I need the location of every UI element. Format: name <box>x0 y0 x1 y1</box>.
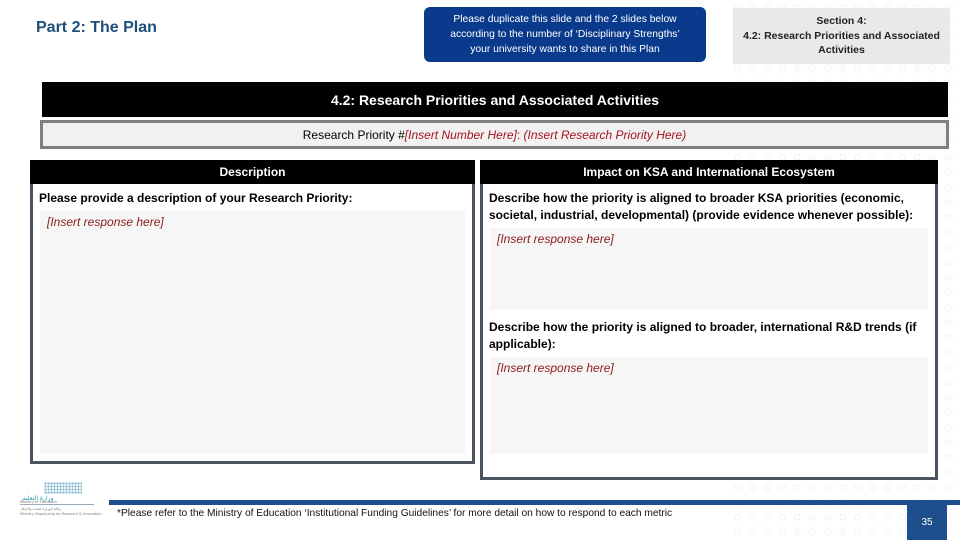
impact-header: Impact on KSA and International Ecosyste… <box>480 160 938 184</box>
section-label: Section 4: 4.2: Research Priorities and … <box>733 8 950 64</box>
ksa-priorities-prompt: Describe how the priority is aligned to … <box>489 191 914 222</box>
instruction-note: Please duplicate this slide and the 2 sl… <box>424 7 706 62</box>
description-prompt: Please provide a description of your Res… <box>39 191 353 205</box>
page-number: 35 <box>907 504 947 540</box>
international-trends-prompt: Describe how the priority is aligned to … <box>489 320 917 351</box>
logo-sub-english: Ministry Deputyship for Research & Innov… <box>20 512 102 516</box>
description-header: Description <box>30 160 475 184</box>
footnote: *Please refer to the Ministry of Educati… <box>117 508 673 519</box>
description-panel: Description Please provide a description… <box>30 160 475 464</box>
priority-number-placeholder[interactable]: [Insert Number Here] <box>405 128 517 142</box>
section-label-line: Section 4: <box>816 15 867 28</box>
section-label-line: 4.2: Research Priorities and Associated <box>743 29 940 42</box>
instruction-note-line: according to the number of ‘Disciplinary… <box>450 29 680 40</box>
footer-divider <box>109 500 960 505</box>
ministry-logo: وزارة التعليم Ministry of Education وكال… <box>18 482 102 528</box>
instruction-note-line: Please duplicate this slide and the 2 sl… <box>453 14 677 25</box>
logo-sub-arabic: وكالة الوزارة للبحث والابتكار <box>20 507 62 511</box>
ksa-priorities-response-field[interactable]: [Insert response here] <box>490 228 928 310</box>
priority-label: Research Priority # <box>302 127 405 142</box>
impact-panel: Impact on KSA and International Ecosyste… <box>480 160 938 480</box>
banner-title: 4.2: Research Priorities and Associated … <box>330 91 660 108</box>
priority-separator: : <box>516 127 524 142</box>
section-banner: 4.2: Research Priorities and Associated … <box>42 82 948 117</box>
instruction-note-line: your university wants to share in this P… <box>470 44 660 55</box>
logo-divider <box>20 504 94 505</box>
section-label-line: Activities <box>818 44 865 57</box>
part-title: Part 2: The Plan <box>36 19 157 36</box>
priority-name-placeholder[interactable]: (Insert Research Priority Here) <box>524 128 687 142</box>
description-response-field[interactable]: [Insert response here] <box>40 211 465 454</box>
page-number-text: 35 <box>921 516 933 528</box>
research-priority-bar: Research Priority # [Insert Number Here]:… <box>40 120 949 149</box>
international-trends-response-field[interactable]: [Insert response here] <box>490 357 928 454</box>
logo-mark-icon <box>44 482 82 494</box>
